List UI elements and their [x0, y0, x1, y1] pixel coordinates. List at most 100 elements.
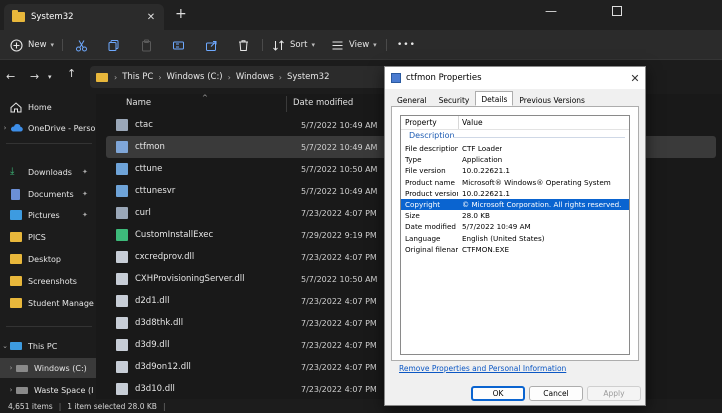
rename-icon[interactable] [171, 38, 185, 52]
property-row[interactable]: Product name Microsoft® Windows® Operatin… [401, 177, 629, 188]
minimize-button[interactable]: — [545, 4, 557, 18]
sort-button[interactable]: Sort ▾ [272, 37, 315, 53]
column-header-date-modified[interactable]: Date modified [293, 98, 353, 108]
property-key: Size [405, 211, 420, 221]
file-name: ctfmon [135, 142, 165, 152]
folder-icon [96, 72, 108, 82]
property-row[interactable]: Date modified 5/7/2022 10:49 AM [401, 221, 629, 232]
chevron-right-icon: › [158, 72, 162, 82]
chevron-right-icon[interactable]: › [6, 364, 16, 372]
back-arrow-icon[interactable]: ← [6, 70, 15, 83]
property-key: Product name [405, 177, 455, 187]
chevron-down-icon[interactable]: ▾ [48, 73, 52, 81]
sidebar-item-home[interactable]: Home [0, 97, 96, 117]
application-icon [116, 141, 128, 153]
property-key: Copyright [405, 200, 441, 209]
sidebar-item-windows-c[interactable]: › Windows (C:) [0, 358, 96, 378]
property-row[interactable]: Product version 10.0.22621.1 [401, 188, 629, 199]
file-date: 7/23/2022 4:07 PM [301, 384, 377, 394]
details-panel: Property Value Description File descript… [391, 106, 639, 361]
close-icon[interactable]: ✕ [144, 12, 158, 23]
property-row[interactable]: Size 28.0 KB [401, 210, 629, 221]
sidebar-item-waste-space[interactable]: › Waste Space (I [0, 380, 96, 400]
properties-list[interactable]: Property Value Description File descript… [400, 115, 630, 355]
delete-icon[interactable] [236, 38, 250, 52]
sidebar-item-downloads[interactable]: ⤓ Downloads ✦ [0, 162, 96, 182]
property-row[interactable]: Copyright © Microsoft Corporation. All ri… [401, 199, 629, 210]
pin-icon[interactable]: ✦ [82, 168, 88, 176]
address-bar[interactable]: › This PC › Windows (C:) › Windows › Sys… [90, 66, 390, 88]
sidebar-item-screenshots[interactable]: Screenshots [0, 271, 96, 291]
command-bar: New ▾ Sort ▾ View ▾ ••• [0, 30, 722, 60]
property-row[interactable]: File version 10.0.22621.1 [401, 165, 629, 176]
dll-file-icon [116, 339, 128, 351]
ok-button[interactable]: OK [471, 386, 525, 401]
pin-icon[interactable]: ✦ [82, 211, 88, 219]
sidebar-item-label: Downloads [28, 167, 72, 177]
property-value: Microsoft® Windows® Operating System [462, 177, 611, 187]
drive-icon [16, 364, 28, 372]
property-row[interactable]: File description CTF Loader [401, 143, 629, 154]
forward-arrow-icon[interactable]: → [30, 70, 39, 83]
dialog-title: ctfmon Properties [406, 73, 482, 83]
close-icon[interactable]: ✕ [625, 72, 645, 85]
divider [386, 39, 387, 51]
copy-icon[interactable] [106, 38, 120, 52]
view-button[interactable]: View ▾ [331, 37, 377, 53]
sidebar-item-student-manage[interactable]: Student Manage [0, 293, 96, 313]
property-value: © Microsoft Corporation. All rights rese… [462, 200, 622, 209]
folder-icon [10, 298, 22, 308]
divider [262, 39, 263, 51]
new-tab-button[interactable]: + [175, 6, 187, 22]
pin-icon[interactable]: ✦ [82, 190, 88, 198]
apply-button[interactable]: Apply [587, 386, 641, 401]
properties-dialog: ctfmon Properties ✕ General Security Det… [384, 66, 646, 406]
dialog-tabs: General Security Details Previous Versio… [391, 91, 591, 107]
sidebar-item-onedrive[interactable]: › OneDrive - Perso [0, 118, 96, 138]
column-header-property[interactable]: Property [401, 116, 437, 129]
breadcrumb-windows-c[interactable]: Windows (C:) [167, 72, 223, 82]
chevron-right-icon[interactable]: › [6, 386, 16, 394]
property-row[interactable]: Language English (United States) [401, 233, 629, 244]
more-options-button[interactable]: ••• [397, 37, 416, 53]
sidebar-item-label: PICS [28, 232, 46, 242]
maximize-button[interactable] [612, 6, 622, 16]
property-row[interactable]: Type Application [401, 154, 629, 165]
sidebar-item-documents[interactable]: Documents ✦ [0, 184, 96, 204]
tab-system32[interactable]: System32 ✕ [4, 4, 164, 30]
sidebar-item-label: OneDrive - Perso [28, 123, 96, 133]
paste-icon[interactable] [139, 38, 153, 52]
column-header-value[interactable]: Value [458, 116, 483, 129]
share-icon[interactable] [204, 38, 218, 52]
dll-file-icon [116, 383, 128, 395]
cut-icon[interactable] [74, 38, 88, 52]
up-arrow-icon[interactable]: ↑ [67, 67, 76, 80]
breadcrumb-this-pc[interactable]: This PC [122, 72, 153, 82]
tab-general[interactable]: General [391, 92, 433, 107]
file-name: cttune [135, 164, 163, 174]
sidebar-item-pics[interactable]: PICS [0, 227, 96, 247]
chevron-right-icon[interactable]: › [0, 124, 10, 132]
file-name: CustomInstallExec [135, 230, 214, 240]
column-header-name[interactable]: Name [126, 98, 151, 108]
file-date: 5/7/2022 10:49 AM [301, 142, 378, 152]
property-row[interactable]: Original filename CTFMON.EXE [401, 244, 629, 255]
breadcrumb-system32[interactable]: System32 [287, 72, 330, 82]
sidebar-item-desktop[interactable]: Desktop [0, 249, 96, 269]
sidebar-item-label: Desktop [28, 254, 61, 264]
tab-security[interactable]: Security [433, 92, 476, 107]
sidebar-item-pictures[interactable]: Pictures ✦ [0, 205, 96, 225]
chevron-down-icon[interactable]: ⌄ [0, 342, 10, 350]
tab-previous-versions[interactable]: Previous Versions [513, 92, 591, 107]
cancel-button[interactable]: Cancel [529, 386, 583, 401]
remove-properties-link[interactable]: Remove Properties and Personal Informati… [399, 364, 566, 373]
property-value: English (United States) [462, 233, 545, 243]
new-button[interactable]: New ▾ [10, 37, 54, 53]
section-description: Description [409, 131, 455, 140]
property-value: 10.0.22621.1 [462, 166, 511, 176]
chevron-down-icon: ▾ [311, 41, 315, 49]
file-date: 7/23/2022 4:07 PM [301, 362, 377, 372]
breadcrumb-windows[interactable]: Windows [236, 72, 274, 82]
tab-details[interactable]: Details [475, 91, 514, 106]
sidebar-item-this-pc[interactable]: ⌄ This PC [0, 336, 96, 356]
